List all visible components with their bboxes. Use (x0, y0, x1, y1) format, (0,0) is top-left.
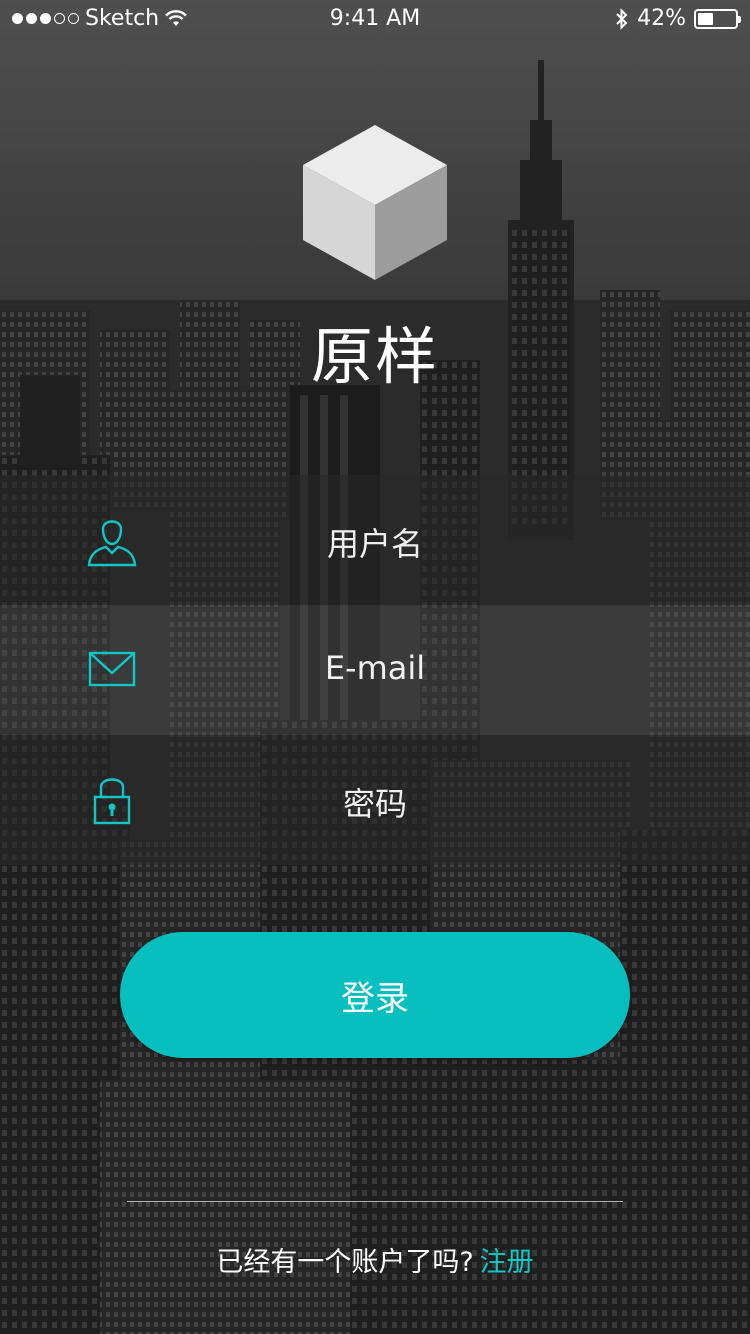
login-button[interactable]: 登录 (120, 932, 630, 1058)
email-placeholder: E-mail (324, 649, 426, 687)
password-placeholder: 密码 (342, 785, 407, 823)
status-right: 42% (615, 6, 741, 31)
email-field[interactable]: E-mail (0, 605, 750, 735)
password-field[interactable]: 密码 (0, 735, 750, 865)
cube-logo (303, 125, 447, 280)
battery-percent: 42% (637, 6, 686, 31)
username-field[interactable]: 用户名 (0, 475, 750, 605)
register-link[interactable]: 注册 (480, 1247, 534, 1278)
login-button-label: 登录 (341, 978, 409, 1019)
footer: 已经有一个账户了吗? 注册 (0, 1240, 750, 1279)
username-placeholder: 用户名 (326, 525, 423, 563)
app-title: 原样 (310, 320, 439, 393)
status-bar: Sketch 9:41 AM 42% (0, 0, 750, 40)
footer-divider (127, 1201, 623, 1202)
account-prompt: 已经有一个账户了吗? (216, 1247, 474, 1278)
battery-icon (694, 8, 741, 29)
bluetooth-icon (616, 7, 628, 30)
